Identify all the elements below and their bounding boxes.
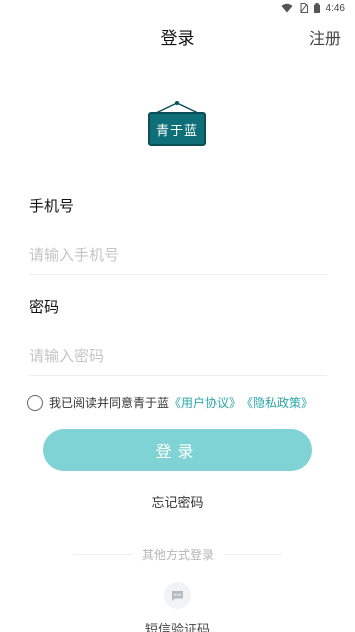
other-login-divider: 其他方式登录 (74, 546, 283, 563)
app-logo: 青于蓝 (148, 100, 206, 146)
register-link[interactable]: 注册 (309, 25, 341, 49)
phone-label: 手机号 (29, 197, 75, 215)
other-login-title: 其他方式登录 (142, 548, 215, 562)
sms-login-label[interactable]: 短信验证码 (0, 619, 355, 632)
password-label: 密码 (29, 298, 60, 316)
password-input[interactable] (29, 336, 327, 376)
agreement-prefix: 我已阅读并同意青于蓝 (49, 396, 170, 410)
battery-icon (313, 3, 320, 13)
status-bar: 4:46 (0, 0, 355, 16)
status-time: 4:46 (325, 2, 345, 14)
message-icon (172, 590, 183, 601)
sms-login-button[interactable] (164, 582, 191, 609)
page-title: 登录 (160, 29, 195, 49)
privacy-policy-link[interactable]: 《隐私政策》 (241, 394, 313, 411)
divider-line-right (224, 554, 283, 555)
wifi-icon (281, 3, 293, 13)
user-agreement-link[interactable]: 《用户协议》 (169, 394, 241, 411)
sim-icon (300, 3, 308, 13)
phone-input[interactable] (29, 235, 327, 275)
agreement-row: 我已阅读并同意青于蓝 《用户协议》 《隐私政策》 (27, 394, 313, 411)
agreement-checkbox[interactable] (27, 394, 43, 411)
nav-bar: 登录 注册 (0, 20, 355, 52)
logo-text: 青于蓝 (155, 123, 198, 139)
logo-board: 青于蓝 (148, 112, 206, 146)
divider-line-left (74, 554, 132, 555)
login-button[interactable]: 登录 (43, 429, 312, 471)
forgot-password-link[interactable]: 忘记密码 (0, 492, 355, 511)
